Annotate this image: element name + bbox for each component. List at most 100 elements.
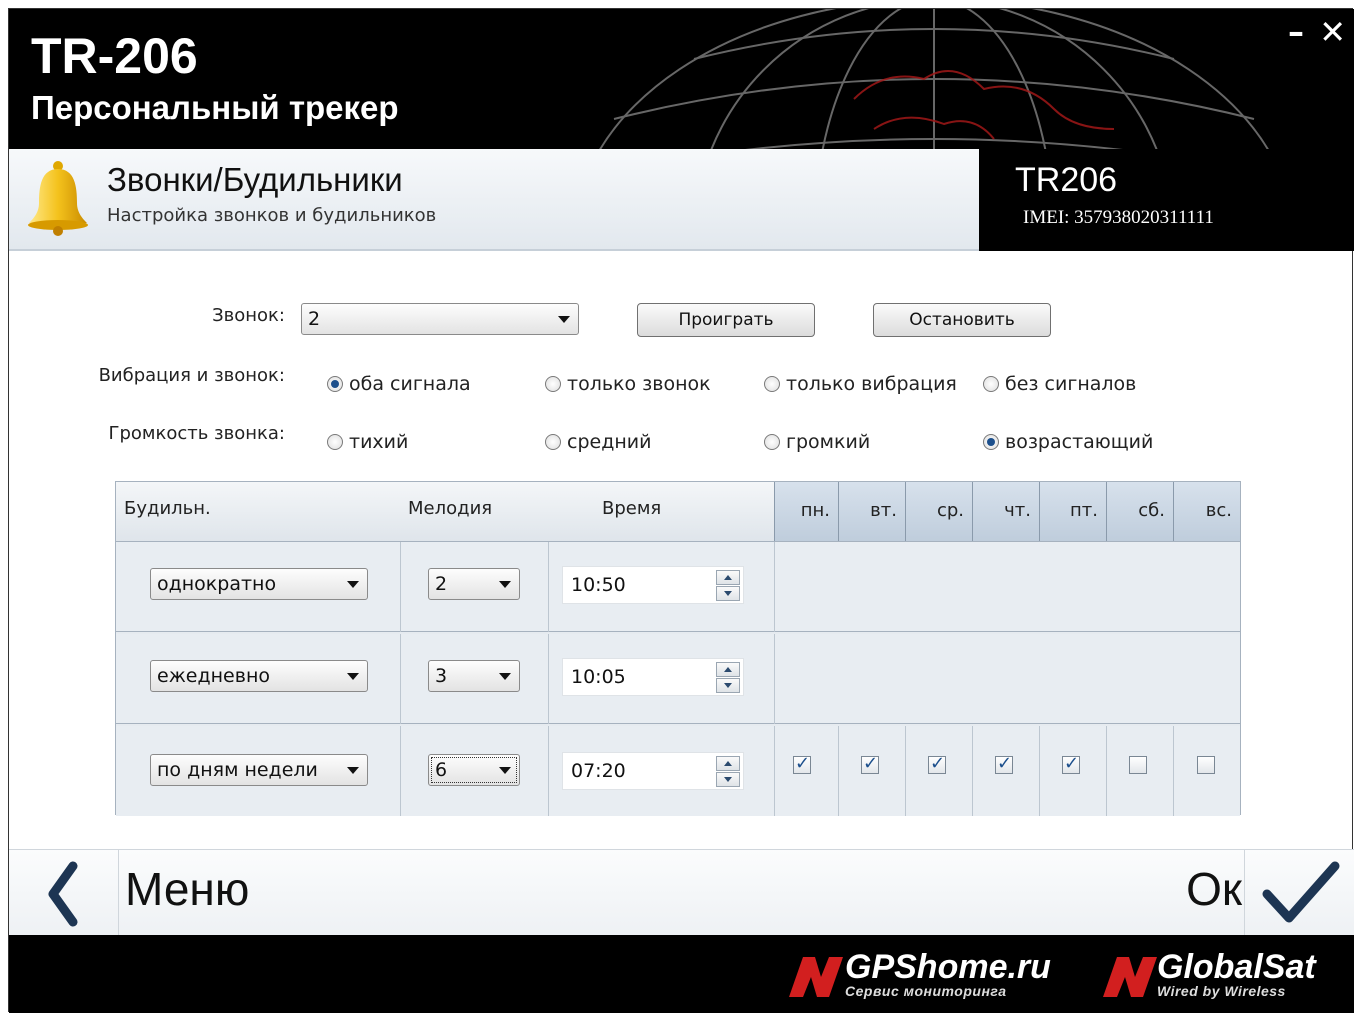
alarm-melody-select[interactable]: 2 (428, 568, 520, 600)
bottom-nav: Меню Ок (9, 849, 1354, 936)
day-checkbox-wed[interactable] (928, 753, 946, 774)
bell-icon (28, 161, 88, 236)
spin-down-button[interactable] (716, 678, 740, 693)
radio-icon (983, 434, 999, 450)
globalsat-logo: GlobalSat Wired by Wireless (1157, 948, 1316, 999)
alarm-mode-value: ежедневно (157, 665, 270, 687)
app-window: TR-206 Персональный трекер – ✕ Звонки/Бу… (8, 8, 1354, 1013)
spin-down-button[interactable] (716, 586, 740, 601)
brand-title: TR-206 (31, 28, 198, 84)
chevron-down-icon (499, 673, 511, 680)
minimize-button[interactable]: – (1288, 13, 1304, 51)
day-header-tue: вт. (838, 482, 905, 541)
radio-icon (545, 434, 561, 450)
radio-label: громкий (786, 431, 871, 453)
cell-divider (905, 726, 906, 816)
cell-divider (972, 726, 973, 816)
vibration-none-radio[interactable]: без сигналов (983, 373, 1136, 395)
alarm-time-input[interactable]: 10:05 (562, 658, 744, 696)
chevron-down-icon (347, 673, 359, 680)
volume-loud-radio[interactable]: громкий (764, 431, 870, 453)
day-checkbox-mon[interactable] (793, 753, 811, 774)
radio-label: возрастающий (1005, 431, 1154, 453)
menu-button[interactable]: Меню (125, 862, 249, 916)
alarm-time-input[interactable]: 07:20 (562, 752, 744, 790)
cell-divider (838, 726, 839, 816)
alarm-time-input[interactable]: 10:50 (562, 566, 744, 604)
device-info: TR206 IMEI: 357938020311111 (979, 149, 1354, 251)
header-banner: TR-206 Персональный трекер – ✕ (9, 9, 1354, 149)
confirm-button[interactable] (1244, 850, 1354, 936)
vibration-ring-only-radio[interactable]: только звонок (545, 373, 711, 395)
radio-label: средний (567, 431, 652, 453)
radio-label: без сигналов (1005, 373, 1137, 395)
cell-divider (1106, 726, 1107, 816)
volume-quiet-radio[interactable]: тихий (327, 431, 408, 453)
table-row: однократно 2 10:50 (116, 542, 1240, 632)
column-header-melody: Мелодия (408, 498, 493, 519)
vibration-both-radio[interactable]: оба сигнала (327, 373, 471, 395)
radio-label: тихий (349, 431, 409, 453)
day-header-fri: пт. (1039, 482, 1106, 541)
device-name: TR206 (1015, 161, 1118, 199)
cell-divider (548, 542, 549, 632)
day-checkbox-sat[interactable] (1129, 756, 1147, 774)
window-controls: – ✕ (1284, 13, 1346, 51)
section-subtitle: Настройка звонков и будильников (107, 205, 437, 226)
radio-icon (327, 434, 343, 450)
close-button[interactable]: ✕ (1319, 13, 1346, 51)
stop-button[interactable]: Остановить (873, 303, 1051, 337)
vibration-vibrate-only-radio[interactable]: только вибрация (764, 373, 957, 395)
cell-divider (400, 726, 401, 816)
ok-button[interactable]: Ок (1186, 862, 1242, 916)
volume-label: Громкость звонка: (108, 423, 285, 444)
radio-icon (983, 376, 999, 392)
chevron-down-icon (347, 767, 359, 774)
cell-divider (1173, 726, 1174, 816)
spin-up-button[interactable] (716, 756, 740, 771)
gpshome-logo: GPShome.ru Сервис мониторинга (845, 948, 1051, 999)
chevron-down-icon (499, 581, 511, 588)
day-checkbox-fri[interactable] (1062, 753, 1080, 774)
back-button[interactable] (9, 850, 119, 936)
section-header: Звонки/Будильники Настройка звонков и бу… (9, 149, 979, 251)
vibration-label: Вибрация и звонок: (98, 365, 285, 386)
alarm-melody-value: 3 (435, 665, 448, 687)
gpshome-logo-name: GPShome.ru (845, 948, 1051, 986)
volume-increasing-radio[interactable]: возрастающий (983, 431, 1153, 453)
alarm-mode-select[interactable]: ежедневно (150, 660, 368, 692)
cell-divider (774, 634, 775, 724)
column-header-time: Время (602, 498, 662, 519)
alarm-mode-select[interactable]: однократно (150, 568, 368, 600)
alarm-melody-select[interactable]: 3 (428, 660, 520, 692)
alarm-mode-select[interactable]: по дням недели (150, 754, 368, 786)
play-button[interactable]: Проиграть (637, 303, 815, 337)
chevron-left-icon (48, 861, 78, 927)
footer: GPShome.ru Сервис мониторинга GlobalSat … (9, 935, 1354, 1013)
cell-divider (400, 542, 401, 632)
volume-medium-radio[interactable]: средний (545, 431, 651, 453)
globalsat-logo-name: GlobalSat (1157, 948, 1316, 986)
ring-select-value: 2 (308, 308, 321, 330)
alarm-melody-value: 2 (435, 573, 448, 595)
alarms-table: Будильн. Мелодия Время пн. вт. ср. чт. п… (115, 481, 1241, 816)
day-checkbox-sun[interactable] (1197, 756, 1215, 774)
alarm-time-value: 07:20 (571, 760, 626, 782)
cell-divider (774, 542, 775, 632)
ring-select[interactable]: 2 (301, 303, 579, 335)
spin-up-button[interactable] (716, 570, 740, 585)
day-checkbox-thu[interactable] (995, 753, 1013, 774)
checkmark-icon (1262, 861, 1340, 923)
radio-icon (545, 376, 561, 392)
radio-label: оба сигнала (349, 373, 471, 395)
cell-divider (774, 726, 775, 816)
chevron-down-icon (499, 767, 511, 774)
cell-divider (548, 634, 549, 724)
alarm-time-value: 10:50 (571, 574, 626, 596)
spin-up-button[interactable] (716, 662, 740, 677)
cell-divider (548, 726, 549, 816)
spin-down-button[interactable] (716, 772, 740, 787)
device-imei: IMEI: 357938020311111 (1023, 207, 1214, 228)
alarm-melody-select[interactable]: 6 (428, 754, 520, 786)
day-checkbox-tue[interactable] (861, 753, 879, 774)
